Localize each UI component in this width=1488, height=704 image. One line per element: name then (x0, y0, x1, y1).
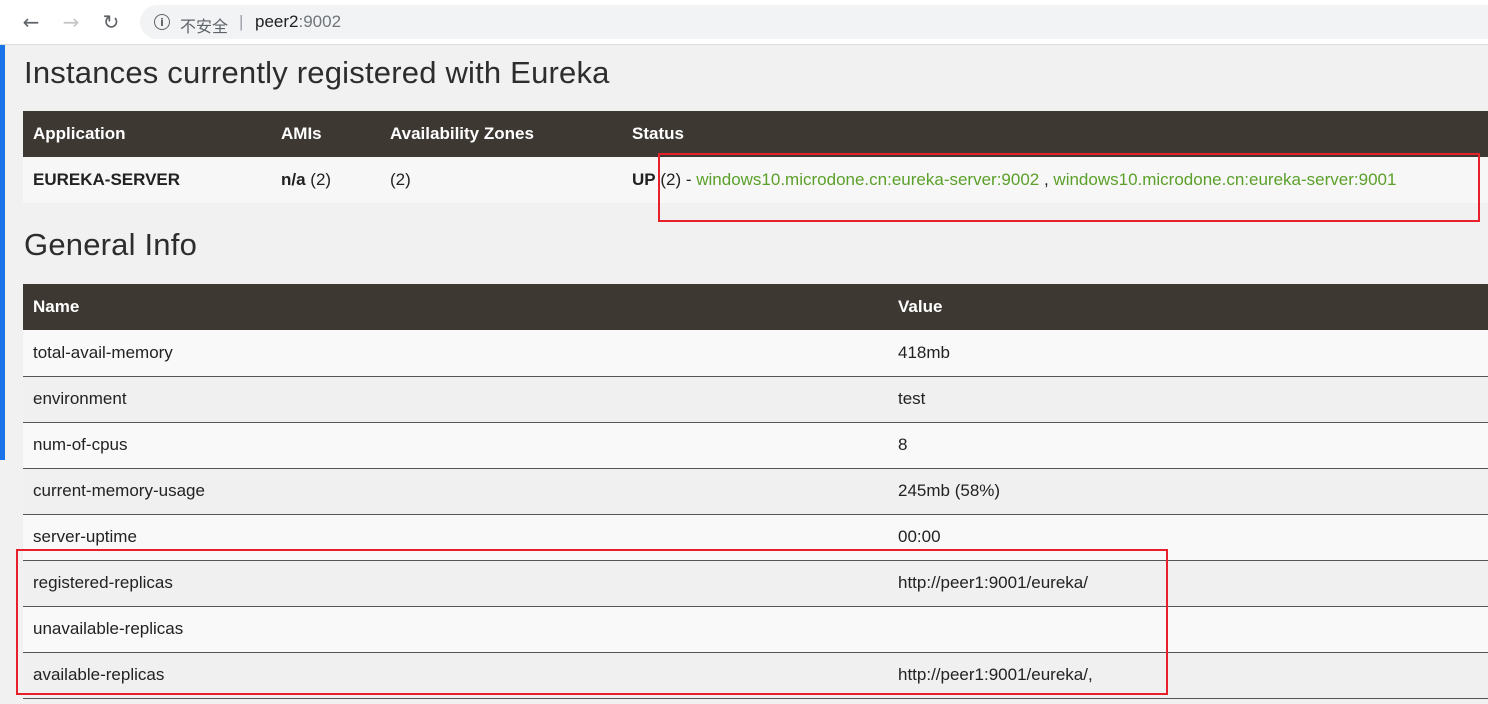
row-name: registered-replicas (23, 560, 888, 607)
row-value: 00:00 (888, 514, 1488, 561)
table-row: environment test (23, 376, 1488, 423)
amis-value: n/a (281, 170, 306, 189)
instances-title: Instances currently registered with Eure… (24, 55, 610, 90)
row-value (888, 606, 1488, 653)
url-separator: | (239, 12, 244, 31)
row-name: current-memory-usage (23, 468, 888, 515)
header-amis: AMIs (271, 111, 380, 157)
row-name: environment (23, 376, 888, 423)
row-name: available-replicas (23, 652, 888, 699)
instances-table: Application AMIs Availability Zones Stat… (23, 111, 1488, 203)
header-status: Status (622, 111, 1488, 157)
browser-toolbar: ← → ↻ i 不安全 | peer2:9002 (0, 0, 1488, 45)
security-label[interactable]: 不安全 (180, 13, 228, 37)
row-value: http://peer1:9001/eureka/ (888, 560, 1488, 607)
url-host: peer2 (255, 12, 299, 31)
header-application: Application (23, 111, 271, 157)
url-port: :9002 (298, 12, 342, 31)
general-info-table: Name Value total-avail-memory 418mb envi… (23, 284, 1488, 699)
instance-zones: (2) (380, 157, 622, 203)
table-row: unavailable-replicas (23, 606, 1488, 653)
instances-header-row: Application AMIs Availability Zones Stat… (23, 111, 1488, 157)
instance-link-9001[interactable]: windows10.microdone.cn:eureka-server:900… (1053, 170, 1396, 189)
instance-amis: n/a (2) (271, 157, 380, 203)
row-name: total-avail-memory (23, 330, 888, 377)
status-up: UP (632, 170, 656, 189)
table-row: available-replicas http://peer1:9001/eur… (23, 652, 1488, 699)
row-name: num-of-cpus (23, 422, 888, 469)
info-icon[interactable]: i (154, 14, 170, 30)
general-info-title: General Info (24, 227, 198, 262)
table-row: current-memory-usage 245mb (58%) (23, 468, 1488, 515)
row-name: unavailable-replicas (23, 606, 888, 653)
instance-status: UP (2) - windows10.microdone.cn:eureka-s… (622, 157, 1488, 203)
address-bar[interactable]: i 不安全 | peer2:9002 (140, 5, 1488, 39)
link-separator: , (1039, 170, 1054, 189)
forward-arrow-icon[interactable]: → (60, 11, 82, 33)
instance-link-9002[interactable]: windows10.microdone.cn:eureka-server:900… (696, 170, 1039, 189)
back-arrow-icon[interactable]: ← (20, 11, 42, 33)
table-row: registered-replicas http://peer1:9001/eu… (23, 560, 1488, 607)
table-row: num-of-cpus 8 (23, 422, 1488, 469)
url-text[interactable]: peer2:9002 (255, 12, 341, 32)
row-value: test (888, 376, 1488, 423)
table-row: server-uptime 00:00 (23, 514, 1488, 561)
status-count: (2) - (655, 170, 697, 189)
instance-application: EUREKA-SERVER (23, 157, 271, 203)
reload-icon[interactable]: ↻ (100, 11, 122, 33)
row-name: server-uptime (23, 514, 888, 561)
instance-row: EUREKA-SERVER n/a (2) (2) UP (2) - windo… (23, 157, 1488, 203)
table-row: total-avail-memory 418mb (23, 330, 1488, 377)
row-value: 418mb (888, 330, 1488, 377)
row-value: http://peer1:9001/eureka/, (888, 652, 1488, 699)
header-value: Value (888, 284, 1488, 330)
row-value: 245mb (58%) (888, 468, 1488, 515)
general-header-row: Name Value (23, 284, 1488, 330)
header-name: Name (23, 284, 888, 330)
header-availability-zones: Availability Zones (380, 111, 622, 157)
amis-count: (2) (305, 170, 332, 189)
left-accent-strip (0, 45, 5, 460)
row-value: 8 (888, 422, 1488, 469)
